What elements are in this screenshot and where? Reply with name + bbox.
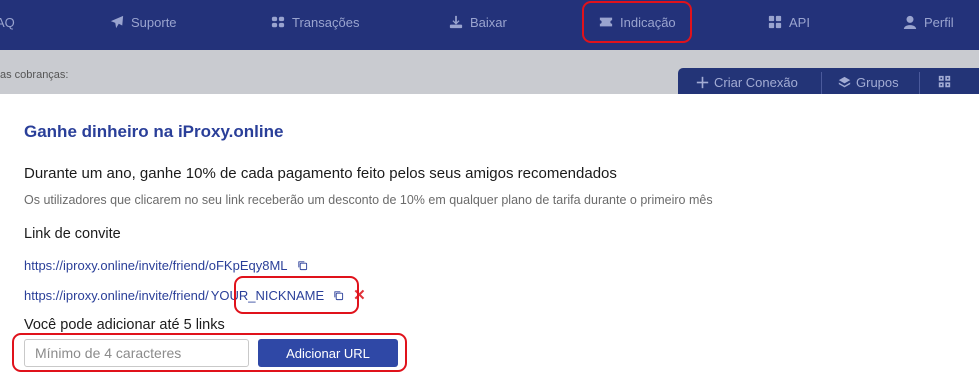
create-connection-label: Criar Conexão	[714, 75, 798, 90]
nav-item-faq[interactable]: AQ	[0, 0, 15, 44]
copy-icon[interactable]	[297, 260, 308, 271]
create-connection-button[interactable]: Criar Conexão	[696, 75, 798, 90]
grid-view-icon	[938, 75, 951, 88]
dimmed-background: as cobranças: Criar Conexão Grupos	[0, 50, 979, 94]
nav-item-suporte[interactable]: Suporte	[110, 0, 177, 44]
top-navigation: AQ Suporte Transações Baixar Indicação A…	[0, 0, 979, 50]
nav-item-baixar[interactable]: Baixar	[449, 0, 507, 44]
nav-label-perfil: Perfil	[924, 14, 954, 30]
referral-modal: Ganhe dinheiro na iProxy.online Durante …	[0, 94, 979, 386]
custom-link-base[interactable]: https://iproxy.online/invite/friend/	[24, 288, 209, 303]
transactions-icon	[271, 16, 285, 28]
user-icon	[903, 15, 917, 29]
groups-button[interactable]: Grupos	[838, 75, 899, 90]
send-icon	[110, 15, 124, 29]
plus-icon	[696, 76, 709, 89]
groups-label: Grupos	[856, 75, 899, 90]
connection-toolbar: Criar Conexão Grupos	[678, 68, 979, 94]
modal-title: Ganhe dinheiro na iProxy.online	[24, 122, 284, 141]
modal-description: Os utilizadores que clicarem no seu link…	[24, 193, 713, 207]
nav-label-suporte: Suporte	[131, 14, 177, 30]
modal-subtitle: Durante um ano, ganhe 10% de cada pagame…	[24, 165, 617, 182]
invite-link-row: https://iproxy.online/invite/friend/oFKp…	[24, 258, 308, 273]
nav-item-perfil[interactable]: Perfil	[903, 0, 954, 44]
nav-label-api: API	[789, 14, 810, 30]
toolbar-divider	[919, 72, 920, 94]
download-icon	[449, 15, 463, 29]
page: AQ Suporte Transações Baixar Indicação A…	[0, 0, 979, 386]
highlight-box-indicacao	[582, 1, 692, 43]
grid-view-button[interactable]	[938, 75, 951, 88]
charges-label: as cobranças:	[0, 69, 69, 81]
nav-item-api[interactable]: API	[768, 0, 810, 44]
invite-link-heading: Link de convite	[24, 226, 121, 242]
grid-icon	[768, 15, 782, 29]
layers-icon	[838, 76, 851, 88]
nav-label-baixar: Baixar	[470, 14, 507, 30]
links-limit-text: Você pode adicionar até 5 links	[24, 317, 225, 333]
invite-link[interactable]: https://iproxy.online/invite/friend/oFKp…	[24, 258, 288, 273]
nav-label-transacoes: Transações	[292, 14, 360, 30]
nav-label-faq: AQ	[0, 14, 15, 30]
toolbar-divider	[821, 72, 822, 94]
highlight-box-add-url	[12, 333, 407, 372]
nav-item-transacoes[interactable]: Transações	[271, 0, 359, 44]
highlight-box-nickname	[234, 276, 359, 314]
